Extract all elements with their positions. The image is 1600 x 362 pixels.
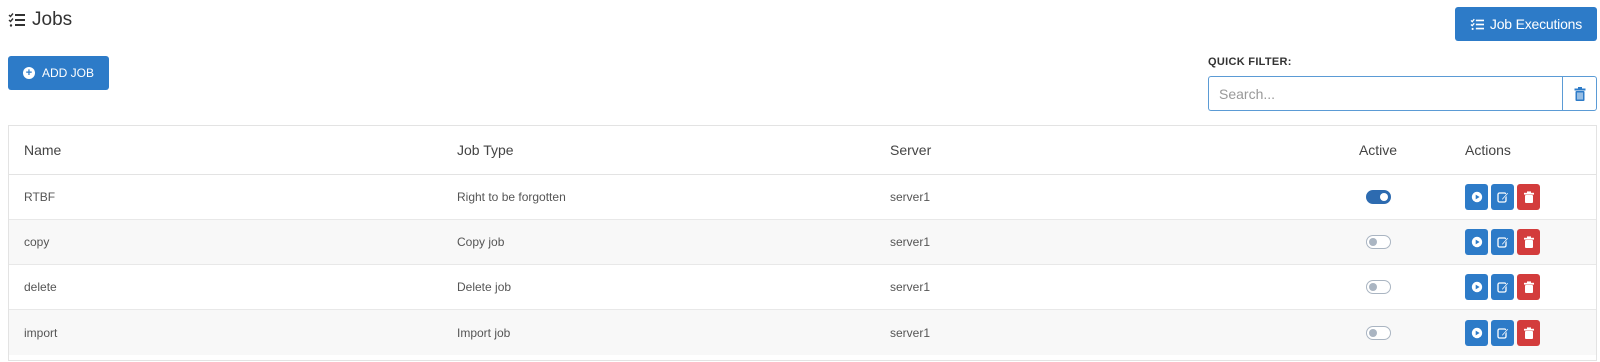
trash-icon [1523, 326, 1534, 339]
server-cell: server1 [890, 190, 931, 204]
run-job-button[interactable] [1465, 184, 1488, 210]
play-icon [1471, 236, 1482, 248]
server-cell: server1 [890, 325, 931, 340]
delete-job-button[interactable] [1517, 319, 1540, 346]
active-toggle[interactable] [1365, 280, 1391, 294]
table-body: RTBF Right to be forgotten server1 copy Copy… [9, 175, 1596, 355]
delete-job-button[interactable] [1517, 184, 1540, 210]
job-type-cell: Import job [457, 325, 511, 340]
edit-job-button[interactable] [1491, 229, 1514, 255]
checklist-icon [1470, 18, 1484, 30]
play-icon [1471, 191, 1482, 203]
trash-icon [1574, 86, 1585, 101]
column-header-server[interactable]: Server [875, 142, 1308, 158]
edit-icon [1496, 192, 1509, 203]
job-name-cell: copy [24, 235, 50, 249]
edit-icon [1496, 237, 1509, 248]
plus-circle-icon: + [22, 67, 35, 79]
run-job-button[interactable] [1465, 229, 1488, 255]
jobs-table: Name Job Type Server Active Actions RTBF… [8, 125, 1597, 361]
add-job-label: ADD JOB [41, 66, 94, 80]
job-type-cell: Delete job [457, 280, 512, 294]
job-executions-button[interactable]: Job Executions [1455, 7, 1597, 41]
delete-job-button[interactable] [1517, 274, 1540, 300]
table-row[interactable]: import Import job server1 [9, 310, 1596, 355]
job-type-cell: Right to be forgotten [457, 190, 566, 204]
server-cell: server1 [890, 280, 931, 294]
job-name-cell: RTBF [24, 190, 56, 204]
trash-icon [1523, 236, 1534, 248]
toggle-knob [1368, 238, 1377, 246]
toggle-knob [1368, 328, 1377, 337]
run-job-button[interactable] [1465, 319, 1488, 346]
quick-filter-label: QUICK FILTER: [1208, 56, 1292, 68]
page-title: Jobs [8, 9, 72, 31]
trash-icon [1523, 191, 1534, 203]
edit-job-button[interactable] [1491, 274, 1514, 300]
quick-filter [1208, 76, 1597, 111]
job-type-cell: Copy job [457, 235, 505, 249]
active-toggle[interactable] [1365, 190, 1391, 204]
table-header: Name Job Type Server Active Actions [9, 126, 1596, 175]
active-cell [1308, 190, 1448, 204]
column-header-active[interactable]: Active [1308, 142, 1448, 158]
table-row[interactable]: RTBF Right to be forgotten server1 [9, 175, 1596, 220]
active-cell [1308, 280, 1448, 294]
column-header-name[interactable]: Name [9, 142, 442, 158]
delete-job-button[interactable] [1517, 229, 1540, 255]
checklist-icon [8, 13, 25, 27]
toggle-knob [1368, 283, 1377, 291]
run-job-button[interactable] [1465, 274, 1488, 300]
page-title-text: Jobs [32, 9, 73, 30]
add-job-button[interactable]: + ADD JOB [8, 56, 109, 90]
actions-cell [1448, 274, 1596, 300]
actions-cell [1448, 229, 1596, 255]
job-name-cell: delete [24, 280, 57, 294]
actions-cell [1448, 319, 1596, 346]
active-toggle[interactable] [1365, 235, 1391, 249]
active-toggle[interactable] [1365, 325, 1391, 340]
play-icon [1471, 327, 1482, 338]
job-executions-label: Job Executions [1489, 16, 1583, 32]
server-cell: server1 [890, 235, 931, 249]
edit-icon [1496, 282, 1509, 293]
clear-filter-button[interactable] [1562, 76, 1597, 111]
edit-job-button[interactable] [1491, 319, 1514, 346]
column-header-actions: Actions [1465, 142, 1511, 158]
search-input[interactable] [1208, 76, 1562, 111]
table-row[interactable]: delete Delete job server1 [9, 265, 1596, 310]
job-name-cell: import [24, 325, 58, 340]
column-header-job-type[interactable]: Job Type [442, 142, 875, 158]
active-cell [1308, 325, 1448, 340]
table-row[interactable]: copy Copy job server1 [9, 220, 1596, 265]
actions-cell [1448, 184, 1596, 210]
trash-icon [1523, 281, 1534, 293]
edit-job-button[interactable] [1491, 184, 1514, 210]
play-icon [1471, 281, 1482, 293]
active-cell [1308, 235, 1448, 249]
toggle-knob [1379, 193, 1388, 201]
edit-icon [1496, 327, 1509, 339]
